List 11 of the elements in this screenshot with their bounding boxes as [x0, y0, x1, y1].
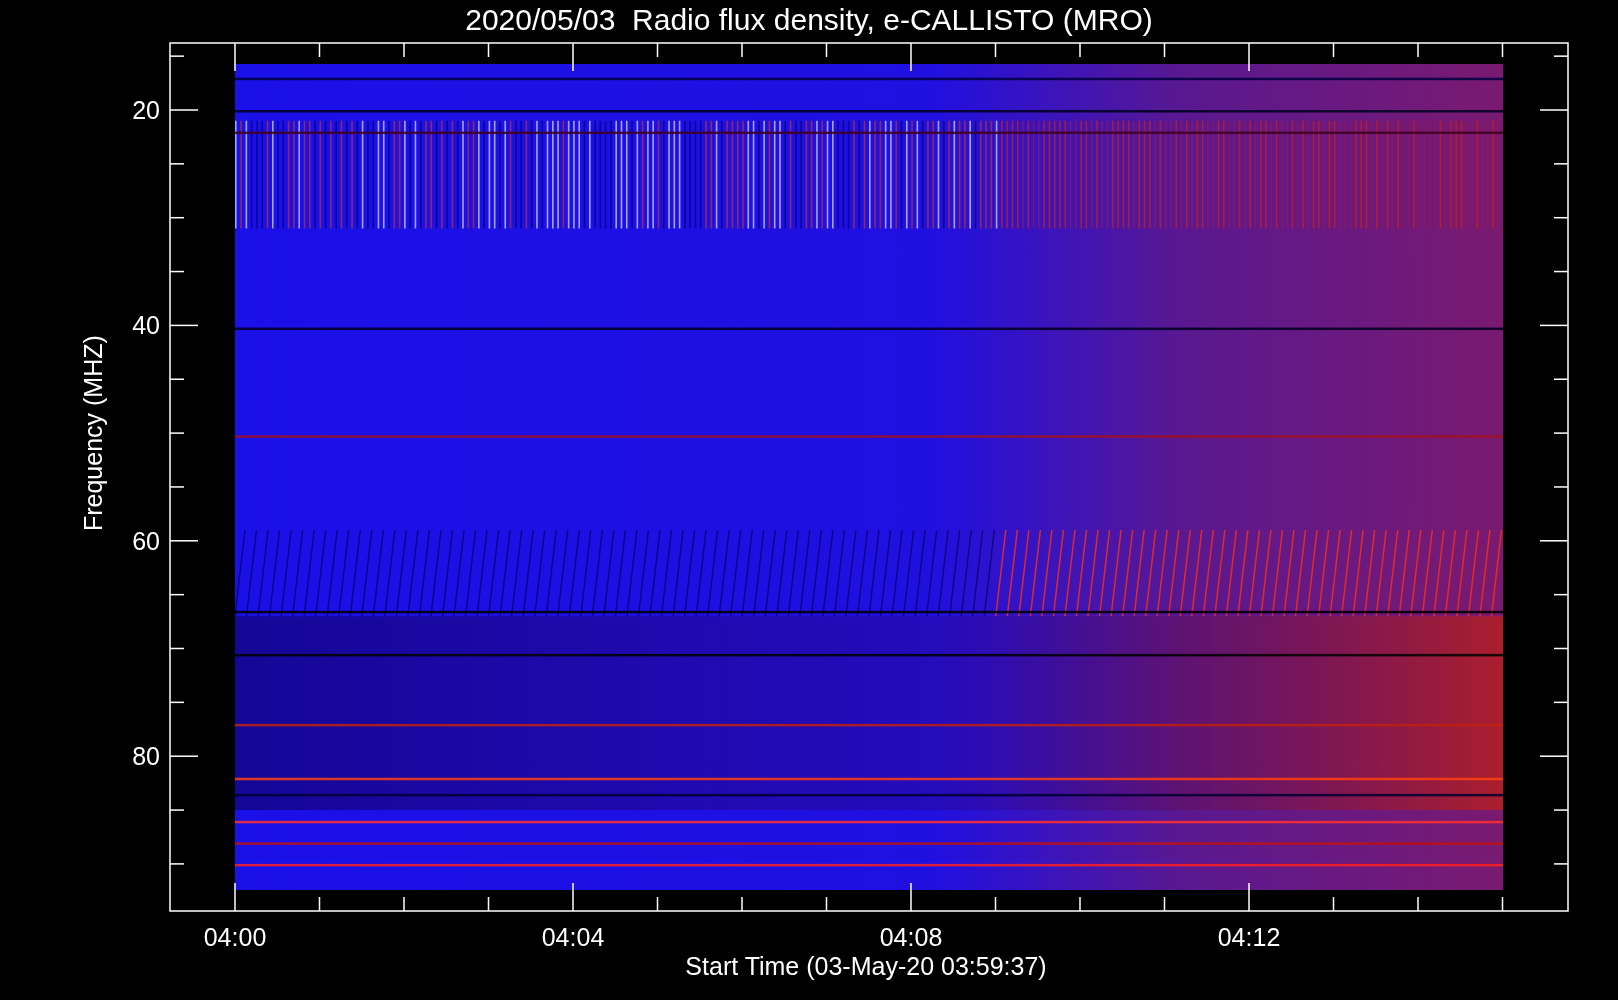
- y-tick-label: 20: [132, 96, 160, 124]
- y-tick-label: 80: [132, 742, 160, 771]
- x-tick-label: 04:12: [1217, 923, 1281, 951]
- y-axis-label: Frequency (MHZ): [79, 335, 107, 532]
- x-tick-label: 04:00: [203, 923, 267, 951]
- chart-title: 2020/05/03 Radio flux density, e-CALLISTO (MRO): [465, 3, 1153, 36]
- x-axis-label: Start Time (03-May-20 03:59:37): [685, 952, 1047, 980]
- x-tick-label: 04:04: [541, 923, 605, 951]
- x-tick-label: 04:08: [879, 923, 943, 951]
- y-tick-label: 40: [132, 311, 160, 340]
- y-tick-label: 60: [132, 526, 160, 555]
